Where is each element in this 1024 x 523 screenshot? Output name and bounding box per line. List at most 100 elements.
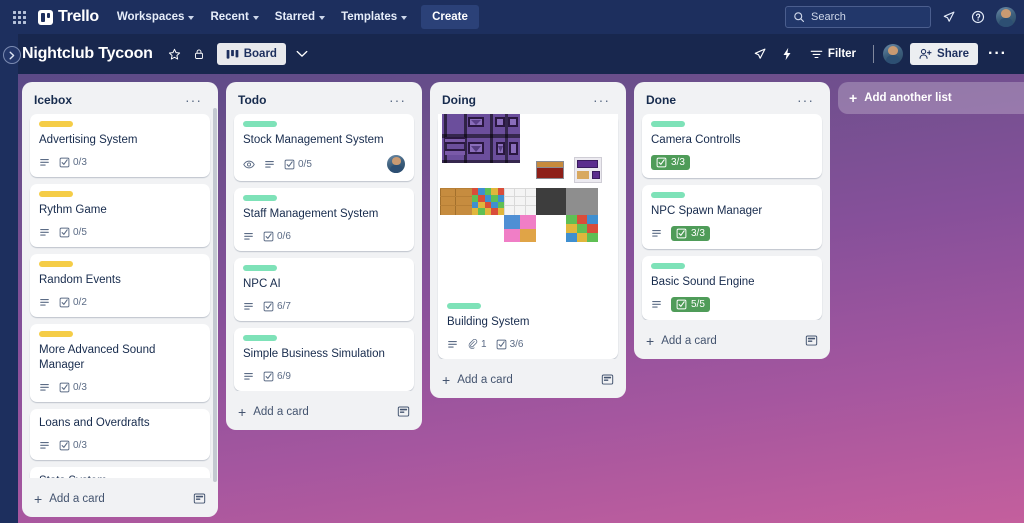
grid-apps-icon[interactable]: [6, 4, 32, 30]
checklist-count: 0/5: [298, 158, 312, 170]
card-camera-controlls[interactable]: Camera Controlls 3/3: [642, 114, 822, 178]
add-card-label: Add a card: [661, 334, 717, 347]
card-badges: 1 3/6: [447, 337, 609, 351]
template-card-icon: [601, 374, 614, 385]
description-badge: [243, 371, 254, 382]
send-plane-icon[interactable]: [748, 42, 772, 66]
card-member-avatar[interactable]: [387, 155, 405, 173]
card-basic-sound-engine[interactable]: Basic Sound Engine 5/5: [642, 256, 822, 320]
card-title: More Advanced Sound Manager: [39, 344, 156, 371]
add-card-button-icebox[interactable]: + Add a card: [26, 484, 214, 513]
add-card-button-doing[interactable]: + Add a card: [434, 365, 622, 394]
card-label-yellow: [39, 121, 73, 127]
help-circle-icon[interactable]: [967, 6, 989, 28]
sidebar-expand-button[interactable]: [3, 46, 21, 64]
checklist-badge: 6/9: [263, 371, 291, 382]
card-npc-ai[interactable]: NPC AI 6/7: [234, 258, 414, 321]
user-avatar[interactable]: [996, 7, 1016, 27]
add-card-button-todo[interactable]: + Add a card: [230, 397, 418, 426]
list-scrollbar[interactable]: [213, 108, 217, 482]
list-done: Done ··· Camera Controlls 3/3 NPC Spawn …: [634, 82, 830, 359]
add-card-button-done[interactable]: + Add a card: [638, 326, 826, 355]
card-stock-management-system[interactable]: Stock Management System 0/5: [234, 114, 414, 181]
card-simple-business-simulation[interactable]: Simple Business Simulation 6/9: [234, 328, 414, 391]
card-label-green: [243, 335, 277, 341]
board-view-button[interactable]: Board: [216, 43, 286, 65]
board-view-chevron-down-icon[interactable]: [290, 42, 314, 66]
add-another-list-button[interactable]: + Add another list: [838, 82, 1024, 114]
create-button[interactable]: Create: [421, 5, 479, 29]
list-actions-menu-button[interactable]: ···: [181, 93, 206, 107]
card-random-events[interactable]: Random Events 0/2: [30, 254, 210, 317]
list-actions-menu-button[interactable]: ···: [385, 93, 410, 107]
checklist-count: 6/7: [277, 300, 291, 312]
nav-item-templates-label: Templates: [341, 11, 398, 23]
card-badges: 0/3: [39, 438, 201, 452]
search-input[interactable]: Search: [785, 6, 931, 28]
plus-icon: +: [34, 490, 43, 507]
nav-item-starred[interactable]: Starred: [267, 6, 333, 28]
card-npc-spawn-manager[interactable]: NPC Spawn Manager 3/3: [642, 185, 822, 249]
share-button[interactable]: Share: [910, 43, 979, 65]
checklist-count: 6/9: [277, 370, 291, 382]
description-badge: [39, 440, 50, 451]
card-stats-system[interactable]: Stats System: [30, 467, 210, 478]
description-icon: [40, 441, 49, 449]
checklist-icon: [59, 157, 70, 167]
notification-bell-icon[interactable]: [938, 6, 960, 28]
card-cover-image-pixel-art-tileset: [438, 114, 618, 295]
trello-logo-home-link[interactable]: Trello: [34, 8, 109, 26]
board-member-avatar[interactable]: [883, 44, 904, 64]
card-label-yellow: [39, 331, 73, 337]
checklist-badge: 0/5: [59, 227, 87, 238]
nav-item-templates[interactable]: Templates: [333, 6, 415, 28]
checklist-icon: [263, 371, 274, 381]
star-outline-icon[interactable]: [163, 42, 187, 66]
chevron-right-icon: [9, 51, 15, 59]
card-title: Random Events: [39, 274, 121, 286]
nav-item-recent[interactable]: Recent: [202, 6, 266, 28]
card-title: Camera Controlls: [651, 134, 741, 146]
watching-badge: [243, 159, 255, 170]
filter-button[interactable]: Filter: [802, 43, 864, 65]
board-canvas: Icebox ··· Advertising System 0/3 Rythm …: [18, 74, 1024, 523]
checklist-badge: 6/7: [263, 301, 291, 312]
description-badge: [39, 157, 50, 168]
card-title: NPC Spawn Manager: [651, 205, 763, 217]
nav-item-recent-label: Recent: [210, 11, 249, 23]
search-icon: [794, 12, 805, 23]
list-actions-menu-button[interactable]: ···: [589, 93, 614, 107]
left-sidebar-strip: [0, 34, 18, 523]
nav-item-workspaces[interactable]: Workspaces: [109, 6, 203, 28]
card-loans-and-overdrafts[interactable]: Loans and Overdrafts 0/3: [30, 409, 210, 460]
card-badges: 3/3: [651, 155, 813, 170]
add-card-label: Add a card: [457, 373, 513, 386]
description-icon: [652, 229, 661, 237]
card-template-button[interactable]: [397, 405, 410, 418]
list-actions-menu-button[interactable]: ···: [793, 93, 818, 107]
card-staff-management-system[interactable]: Staff Management System 0/6: [234, 188, 414, 251]
card-template-button[interactable]: [193, 492, 206, 505]
card-template-button[interactable]: [601, 373, 614, 386]
chevron-down-icon: [188, 15, 195, 20]
eye-icon: [243, 160, 255, 168]
chevron-down-icon: [401, 15, 408, 20]
card-title: Basic Sound Engine: [651, 276, 755, 288]
lightning-bolt-icon[interactable]: [775, 42, 799, 66]
lock-icon[interactable]: [187, 42, 211, 66]
board-header-bar: Nightclub Tycoon Board Filter Share ···: [0, 34, 1024, 74]
card-template-button[interactable]: [805, 334, 818, 347]
nav-item-starred-label: Starred: [274, 11, 316, 23]
card-title: Building System: [447, 316, 530, 328]
description-icon: [244, 372, 253, 380]
chevron-down-icon: [319, 15, 326, 20]
card-rythm-game[interactable]: Rythm Game 0/5: [30, 184, 210, 247]
template-card-icon: [805, 335, 818, 346]
list-icebox: Icebox ··· Advertising System 0/3 Rythm …: [22, 82, 218, 517]
card-building-system[interactable]: Building System 1 3/6: [438, 114, 618, 359]
board-more-menu-button[interactable]: ···: [981, 46, 1014, 62]
card-title: Staff Management System: [243, 208, 379, 220]
card-advertising-system[interactable]: Advertising System 0/3: [30, 114, 210, 177]
card-more-advanced-sound-manager[interactable]: More Advanced Sound Manager 0/3: [30, 324, 210, 402]
description-icon: [40, 298, 49, 306]
